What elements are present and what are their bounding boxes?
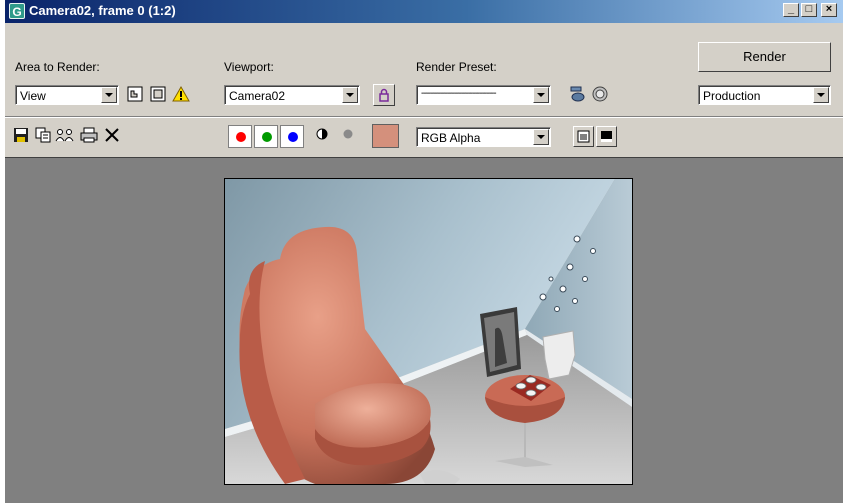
close-button[interactable]: ×	[821, 3, 837, 17]
toggle-ui-overlay-icon[interactable]	[573, 126, 594, 147]
minimize-button[interactable]: _	[783, 3, 799, 17]
chevron-down-icon[interactable]	[533, 129, 549, 145]
edit-region-icon[interactable]	[125, 85, 145, 105]
display-mode-icon[interactable]	[596, 126, 617, 147]
viewport-value: Camera02	[229, 89, 286, 103]
copy-icon[interactable]	[33, 127, 53, 147]
chevron-down-icon[interactable]	[813, 87, 829, 103]
green-channel-toggle[interactable]	[254, 125, 278, 148]
chevron-down-icon[interactable]	[101, 87, 117, 103]
render-setup-icon[interactable]	[590, 85, 610, 105]
render-preset-value: --------------------------------	[421, 88, 497, 99]
production-dropdown[interactable]: Production	[698, 85, 831, 105]
teapot-render-icon[interactable]	[568, 85, 588, 105]
render-viewport	[5, 157, 843, 503]
production-value: Production	[703, 89, 761, 103]
red-channel-toggle[interactable]	[228, 125, 252, 148]
red-channel-icon	[236, 132, 246, 142]
channel-display-dropdown[interactable]: RGB Alpha	[416, 127, 551, 147]
channel-display-value: RGB Alpha	[421, 131, 481, 145]
blue-channel-toggle[interactable]	[280, 125, 304, 148]
viewport-dropdown[interactable]: Camera02	[224, 85, 360, 105]
auto-region-icon[interactable]	[148, 85, 168, 105]
rendered-image[interactable]	[224, 178, 633, 485]
render-preset-label: Render Preset:	[416, 60, 497, 74]
clear-icon[interactable]	[102, 127, 122, 147]
render-preset-dropdown[interactable]: --------------------------------	[416, 85, 551, 105]
viewport-label: Viewport:	[224, 60, 274, 74]
blue-channel-icon	[288, 132, 298, 142]
area-to-render-value: View	[20, 89, 46, 103]
window-title: Camera02, frame 0 (1:2)	[29, 3, 176, 18]
lock-icon[interactable]	[373, 84, 395, 106]
print-icon[interactable]	[79, 127, 99, 147]
render-button[interactable]: Render	[698, 42, 831, 72]
area-to-render-dropdown[interactable]: View	[15, 85, 119, 105]
title-bar[interactable]: G Camera02, frame 0 (1:2) _ □ ×	[5, 0, 843, 23]
alpha-channel-icon[interactable]	[338, 127, 358, 147]
warning-icon	[171, 85, 191, 105]
area-to-render-label: Area to Render:	[15, 60, 100, 74]
save-icon[interactable]	[11, 127, 31, 147]
chevron-down-icon[interactable]	[342, 87, 358, 103]
toolbar-separator	[5, 116, 843, 118]
clone-window-icon[interactable]	[55, 127, 75, 147]
monochrome-icon[interactable]	[312, 127, 332, 147]
rendered-frame-window: G Camera02, frame 0 (1:2) _ □ × Area to …	[5, 0, 843, 503]
app-icon[interactable]: G	[9, 3, 25, 19]
color-swatch[interactable]	[372, 124, 399, 148]
green-channel-icon	[262, 132, 272, 142]
maximize-button[interactable]: □	[801, 3, 817, 17]
chevron-down-icon[interactable]	[533, 87, 549, 103]
